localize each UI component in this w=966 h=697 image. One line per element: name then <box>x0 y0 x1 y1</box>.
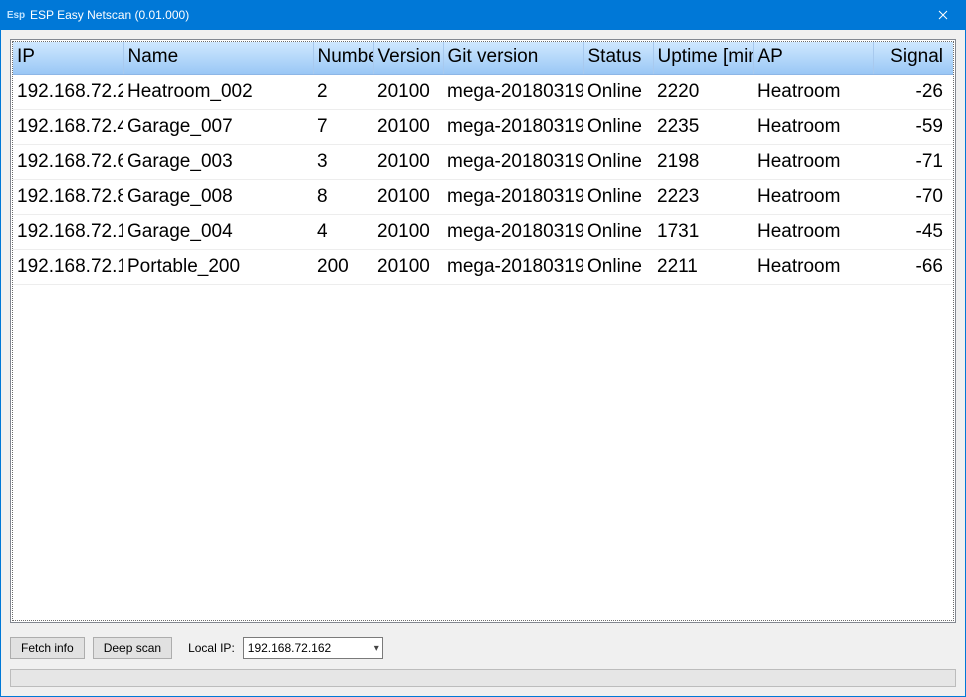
col-header-number[interactable]: Number <box>313 42 373 75</box>
cell-git: mega-20180319 <box>443 250 583 285</box>
cell-version: 20100 <box>373 145 443 180</box>
cell-name: Garage_008 <box>123 180 313 215</box>
col-header-status[interactable]: Status <box>583 42 653 75</box>
col-header-ap[interactable]: AP <box>753 42 873 75</box>
cell-number: 4 <box>313 215 373 250</box>
cell-ip: 192.168.72.64 <box>13 145 123 180</box>
results-table[interactable]: IP Name Number Version Git version Statu… <box>13 42 953 285</box>
cell-ip: 192.168.72.103 <box>13 215 123 250</box>
cell-ip: 192.168.72.40 <box>13 110 123 145</box>
table-row[interactable]: 192.168.72.103Garage_004420100mega-20180… <box>13 215 953 250</box>
cell-status: Online <box>583 250 653 285</box>
cell-name: Garage_007 <box>123 110 313 145</box>
cell-uptime: 2211 <box>653 250 753 285</box>
app-icon: Esp <box>8 7 24 23</box>
deep-scan-button[interactable]: Deep scan <box>93 637 172 659</box>
cell-number: 7 <box>313 110 373 145</box>
cell-number: 2 <box>313 75 373 110</box>
cell-version: 20100 <box>373 215 443 250</box>
cell-ip: 192.168.72.127 <box>13 250 123 285</box>
cell-ip: 192.168.72.27 <box>13 75 123 110</box>
titlebar[interactable]: Esp ESP Easy Netscan (0.01.000) <box>0 0 966 30</box>
cell-name: Portable_200 <box>123 250 313 285</box>
cell-version: 20100 <box>373 75 443 110</box>
table-row[interactable]: 192.168.72.40Garage_007720100mega-201803… <box>13 110 953 145</box>
cell-status: Online <box>583 75 653 110</box>
cell-number: 3 <box>313 145 373 180</box>
cell-signal: -70 <box>873 180 953 215</box>
cell-name: Garage_004 <box>123 215 313 250</box>
results-table-wrap: IP Name Number Version Git version Statu… <box>12 41 954 621</box>
cell-git: mega-20180319 <box>443 110 583 145</box>
col-header-git[interactable]: Git version <box>443 42 583 75</box>
cell-signal: -66 <box>873 250 953 285</box>
cell-signal: -59 <box>873 110 953 145</box>
table-row[interactable]: 192.168.72.27Heatroom_002220100mega-2018… <box>13 75 953 110</box>
cell-signal: -26 <box>873 75 953 110</box>
cell-uptime: 2198 <box>653 145 753 180</box>
cell-ap: Heatroom <box>753 250 873 285</box>
fetch-info-button[interactable]: Fetch info <box>10 637 85 659</box>
cell-number: 8 <box>313 180 373 215</box>
col-header-signal[interactable]: Signal <box>873 42 953 75</box>
cell-ip: 192.168.72.83 <box>13 180 123 215</box>
cell-status: Online <box>583 215 653 250</box>
cell-git: mega-20180319 <box>443 145 583 180</box>
cell-git: mega-20180319 <box>443 75 583 110</box>
progress-bar <box>10 669 956 687</box>
col-header-ip[interactable]: IP <box>13 42 123 75</box>
cell-uptime: 2235 <box>653 110 753 145</box>
cell-number: 200 <box>313 250 373 285</box>
controls-bar: Fetch info Deep scan Local IP: ▾ <box>10 623 956 669</box>
cell-git: mega-20180319 <box>443 180 583 215</box>
cell-uptime: 1731 <box>653 215 753 250</box>
local-ip-input[interactable] <box>243 637 383 659</box>
window-title: ESP Easy Netscan (0.01.000) <box>30 8 920 22</box>
cell-ap: Heatroom <box>753 75 873 110</box>
cell-status: Online <box>583 145 653 180</box>
cell-signal: -71 <box>873 145 953 180</box>
cell-version: 20100 <box>373 250 443 285</box>
local-ip-label: Local IP: <box>188 641 235 655</box>
cell-name: Heatroom_002 <box>123 75 313 110</box>
col-header-name[interactable]: Name <box>123 42 313 75</box>
cell-version: 20100 <box>373 110 443 145</box>
cell-ap: Heatroom <box>753 110 873 145</box>
results-panel: IP Name Number Version Git version Statu… <box>10 39 956 623</box>
client-area: IP Name Number Version Git version Statu… <box>0 30 966 697</box>
cell-ap: Heatroom <box>753 180 873 215</box>
close-icon <box>938 10 948 20</box>
close-button[interactable] <box>920 0 966 30</box>
col-header-uptime[interactable]: Uptime [min] <box>653 42 753 75</box>
table-row[interactable]: 192.168.72.83Garage_008820100mega-201803… <box>13 180 953 215</box>
cell-ap: Heatroom <box>753 215 873 250</box>
cell-uptime: 2223 <box>653 180 753 215</box>
table-row[interactable]: 192.168.72.127Portable_20020020100mega-2… <box>13 250 953 285</box>
cell-name: Garage_003 <box>123 145 313 180</box>
local-ip-combo[interactable]: ▾ <box>243 637 383 659</box>
cell-signal: -45 <box>873 215 953 250</box>
table-row[interactable]: 192.168.72.64Garage_003320100mega-201803… <box>13 145 953 180</box>
col-header-version[interactable]: Version <box>373 42 443 75</box>
cell-version: 20100 <box>373 180 443 215</box>
table-header-row[interactable]: IP Name Number Version Git version Statu… <box>13 42 953 75</box>
cell-status: Online <box>583 110 653 145</box>
cell-status: Online <box>583 180 653 215</box>
cell-git: mega-20180319 <box>443 215 583 250</box>
cell-ap: Heatroom <box>753 145 873 180</box>
cell-uptime: 2220 <box>653 75 753 110</box>
